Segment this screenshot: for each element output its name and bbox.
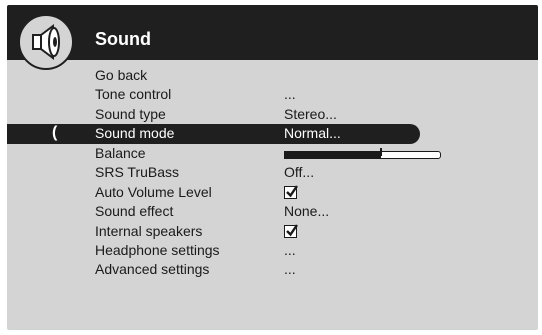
menu-item-label: SRS TruBass <box>95 164 180 181</box>
menu-item-value: None... <box>284 203 330 220</box>
menu-item-value: ... <box>284 241 296 258</box>
tv-menu-screen: Sound Go back Tone control... Sound type St… <box>0 0 542 335</box>
menu-item-label: Auto Volume Level <box>95 183 212 200</box>
selection-indicator: ( <box>52 124 58 142</box>
menu-item-auto-volume-level[interactable]: Auto Volume Level <box>7 183 538 202</box>
menu-item-label: Internal speakers <box>95 222 203 239</box>
menu-header <box>7 5 538 60</box>
menu-item-value: ... <box>284 86 296 103</box>
menu-item-value: Normal... <box>284 125 341 142</box>
menu-item-value: Off... <box>284 164 315 181</box>
checkbox[interactable] <box>284 223 298 238</box>
speaker-icon <box>18 14 74 70</box>
menu-item-label: Headphone settings <box>95 241 220 258</box>
menu-item-label: Tone control <box>95 86 172 103</box>
menu-item-tone-control[interactable]: Tone control... <box>7 85 538 104</box>
balance-fill <box>285 151 382 158</box>
checkbox[interactable] <box>284 184 298 199</box>
check-icon <box>286 223 298 236</box>
selection-highlight <box>7 124 420 144</box>
menu-item-label: Balance <box>95 144 146 161</box>
menu-item-value: Stereo... <box>284 105 337 122</box>
menu-item-sound-mode[interactable]: ( Sound mode Normal... <box>7 124 538 144</box>
menu-item-label: Sound type <box>95 105 166 122</box>
balance-marker <box>380 147 383 156</box>
menu-list: Go back Tone control... Sound type Stereo..… <box>7 66 538 280</box>
sound-menu-panel: Sound Go back Tone control... Sound type St… <box>7 5 538 330</box>
menu-item-advanced-settings[interactable]: Advanced settings... <box>7 260 538 279</box>
menu-title: Sound <box>95 29 151 49</box>
menu-item-balance[interactable]: Balance <box>7 144 538 163</box>
menu-item-headphone-settings[interactable]: Headphone settings... <box>7 241 538 260</box>
menu-item-internal-speakers[interactable]: Internal speakers <box>7 222 538 241</box>
menu-item-label: Go back <box>95 67 148 83</box>
menu-item-sound-type[interactable]: Sound type Stereo... <box>7 105 538 124</box>
menu-item-label: Advanced settings <box>95 261 210 278</box>
menu-item-go-back[interactable]: Go back <box>7 66 538 85</box>
check-icon <box>286 184 298 197</box>
menu-item-label: Sound mode <box>95 125 175 142</box>
menu-item-value: ... <box>284 261 296 278</box>
menu-item-srs-trubass[interactable]: SRS TruBass Off... <box>7 163 538 182</box>
balance-slider[interactable] <box>284 147 441 159</box>
menu-item-label: Sound effect <box>95 203 174 220</box>
menu-item-sound-effect[interactable]: Sound effect None... <box>7 202 538 221</box>
